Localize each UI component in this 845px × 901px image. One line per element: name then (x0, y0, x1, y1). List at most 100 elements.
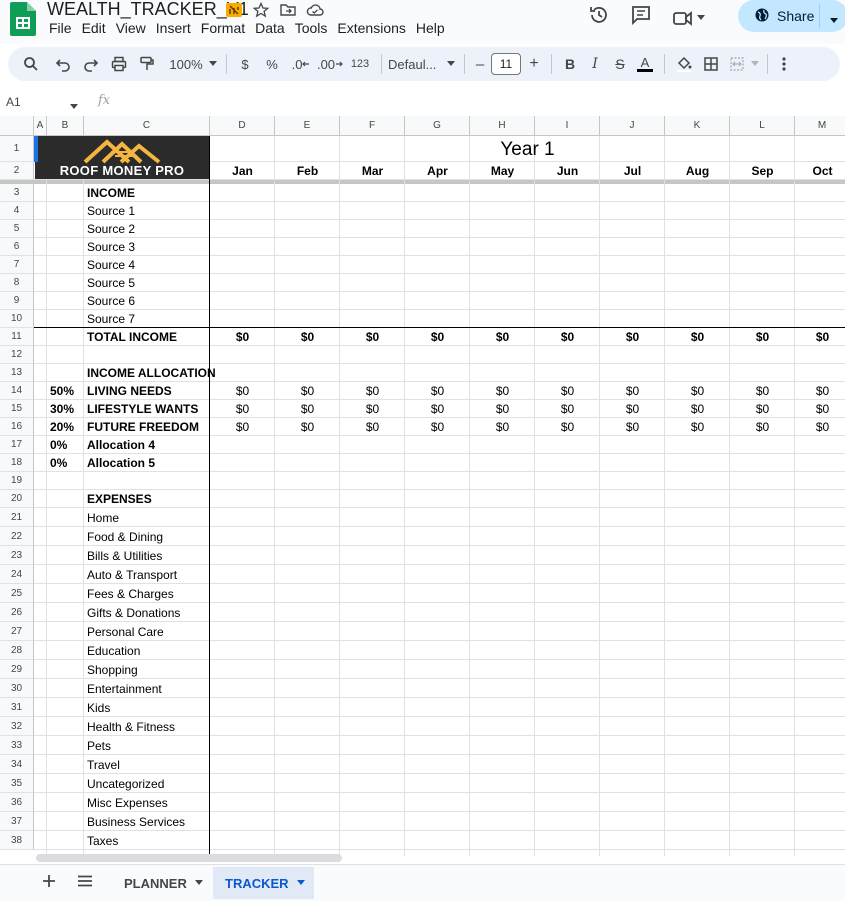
allocation-label[interactable]: LIVING NEEDS (84, 382, 210, 400)
spreadsheet-grid[interactable]: A B C D E F G H I J K L M 1 2 3 4 5 6 7 8 9 10 11 12 13 14 15 16 17 18… (0, 116, 845, 856)
expense-category-label[interactable]: Bills & Utilities (84, 546, 210, 565)
total-income-value[interactable]: $0 (795, 328, 845, 346)
row-header-21[interactable]: 21 (0, 508, 34, 527)
column-header-k[interactable]: K (665, 116, 730, 136)
column-header-g[interactable]: G (405, 116, 470, 136)
month-header-apr[interactable]: Apr (405, 162, 470, 180)
allocation-value[interactable]: $0 (795, 400, 845, 418)
column-header-b[interactable]: B (47, 116, 84, 136)
month-header-oct[interactable]: Oct (795, 162, 845, 180)
meet-dropdown-icon[interactable] (697, 14, 705, 21)
column-header-c[interactable]: C (84, 116, 210, 136)
total-income-value[interactable]: $0 (210, 328, 275, 346)
row-header-8[interactable]: 8 (0, 274, 34, 292)
allocation-value[interactable]: $0 (275, 400, 340, 418)
allocation-value[interactable]: $0 (470, 418, 535, 436)
month-header-aug[interactable]: Aug (665, 162, 730, 180)
sheet-tab-planner[interactable]: PLANNER (114, 867, 213, 899)
row-header-7[interactable]: 7 (0, 256, 34, 274)
menu-file[interactable]: File (48, 20, 80, 36)
move-to-folder-icon[interactable] (278, 2, 298, 18)
row-header-14[interactable]: 14 (0, 382, 34, 400)
expense-category-label[interactable]: Shopping (84, 660, 210, 679)
menu-tools[interactable]: Tools (295, 20, 336, 36)
total-income-value[interactable]: $0 (730, 328, 795, 346)
comments-icon[interactable] (630, 4, 652, 31)
income-source-label[interactable]: Source 3 (84, 238, 210, 256)
total-income-value[interactable]: $0 (405, 328, 470, 346)
row-header-33[interactable]: 33 (0, 736, 34, 755)
text-color-button[interactable]: A (632, 52, 658, 76)
row-header-11[interactable]: 11 (0, 328, 34, 346)
print-icon[interactable] (104, 52, 134, 76)
allocation-value[interactable]: $0 (600, 418, 665, 436)
expense-category-label[interactable]: Business Services (84, 812, 210, 831)
income-source-label[interactable]: Source 7 (84, 310, 210, 328)
column-header-a[interactable]: A (34, 116, 47, 136)
column-header-e[interactable]: E (275, 116, 340, 136)
italic-button[interactable]: I (582, 52, 608, 76)
column-header-f[interactable]: F (340, 116, 405, 136)
allocation-value[interactable]: $0 (405, 382, 470, 400)
version-history-icon[interactable] (588, 4, 610, 31)
merge-cells-icon[interactable] (725, 52, 749, 76)
zoom-value[interactable]: 100% (166, 52, 206, 76)
increase-decimal-button[interactable]: .00 (315, 52, 345, 76)
allocation-value[interactable]: $0 (730, 382, 795, 400)
expense-category-label[interactable]: Fees & Charges (84, 584, 210, 603)
column-header-h[interactable]: H (470, 116, 535, 136)
cloud-saved-icon[interactable] (305, 2, 325, 18)
undo-icon[interactable] (48, 52, 78, 76)
decrease-font-size-button[interactable]: – (471, 52, 489, 76)
allocation-value[interactable]: $0 (795, 382, 845, 400)
allocation-value[interactable]: $0 (535, 418, 600, 436)
row-header-9[interactable]: 9 (0, 292, 34, 310)
column-header-i[interactable]: I (535, 116, 600, 136)
row-header-34[interactable]: 34 (0, 755, 34, 774)
row-header-28[interactable]: 28 (0, 641, 34, 660)
allocation-percent[interactable]: 30% (47, 400, 84, 418)
row-header-24[interactable]: 24 (0, 565, 34, 584)
column-header-j[interactable]: J (600, 116, 665, 136)
fill-color-icon[interactable] (671, 52, 697, 76)
font-dropdown-icon[interactable] (444, 52, 458, 76)
row-header-29[interactable]: 29 (0, 660, 34, 679)
row-header-31[interactable]: 31 (0, 698, 34, 717)
income-source-label[interactable]: Source 4 (84, 256, 210, 274)
total-income-value[interactable]: $0 (340, 328, 405, 346)
merge-dropdown-icon[interactable] (749, 52, 761, 76)
month-header-feb[interactable]: Feb (275, 162, 340, 180)
allocation-percent[interactable]: 0% (47, 454, 84, 472)
month-header-may[interactable]: May (470, 162, 535, 180)
meet-icon[interactable] (672, 7, 705, 29)
row-header-36[interactable]: 36 (0, 793, 34, 812)
name-box-dropdown-icon[interactable] (70, 99, 78, 113)
allocation-value[interactable]: $0 (665, 382, 730, 400)
allocation-percent[interactable]: 20% (47, 418, 84, 436)
all-sheets-icon[interactable] (78, 875, 92, 890)
income-allocation-header[interactable]: INCOME ALLOCATION (84, 364, 216, 382)
total-income-value[interactable]: $0 (470, 328, 535, 346)
row-header-25[interactable]: 25 (0, 584, 34, 603)
income-source-label[interactable]: Source 1 (84, 202, 210, 220)
chevron-down-icon[interactable] (296, 880, 305, 886)
more-formats-button[interactable]: 123 (345, 52, 375, 76)
row-header-5[interactable]: 5 (0, 220, 34, 238)
document-title[interactable]: WEALTH_TRACKER_V1 (47, 0, 249, 20)
row-header-37[interactable]: 37 (0, 812, 34, 831)
row-header-13[interactable]: 13 (0, 364, 34, 382)
sheets-logo-icon[interactable] (10, 2, 36, 36)
menu-view[interactable]: View (116, 20, 154, 36)
expense-category-label[interactable]: Travel (84, 755, 210, 774)
expense-category-label[interactable]: Home (84, 508, 210, 527)
currency-format-button[interactable]: $ (233, 52, 257, 76)
row-header-32[interactable]: 32 (0, 717, 34, 736)
month-header-mar[interactable]: Mar (340, 162, 405, 180)
add-sheet-icon[interactable] (42, 874, 56, 891)
month-header-jul[interactable]: Jul (600, 162, 665, 180)
row-header-16[interactable]: 16 (0, 418, 34, 436)
name-box[interactable]: A1 (6, 95, 21, 109)
search-menus-icon[interactable] (18, 52, 44, 76)
month-header-jun[interactable]: Jun (535, 162, 600, 180)
borders-icon[interactable] (697, 52, 725, 76)
